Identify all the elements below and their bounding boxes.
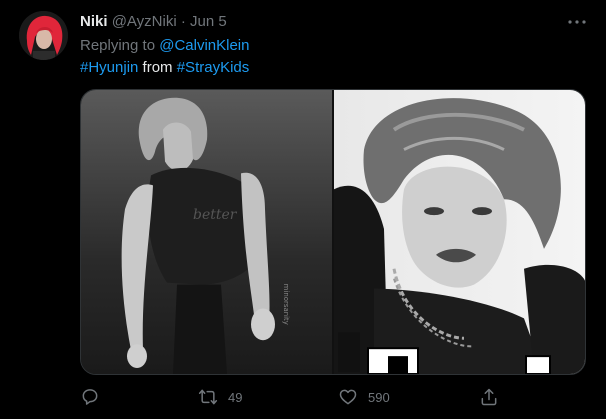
hashtag-link[interactable]: #Hyunjin — [80, 59, 138, 76]
tweet-actions: 49 590 — [80, 386, 586, 408]
tweet-text-segment: from — [142, 59, 173, 76]
reply-icon — [80, 387, 100, 407]
share-icon — [479, 387, 499, 407]
author-name[interactable]: Niki — [80, 13, 108, 30]
avatar[interactable] — [19, 11, 68, 60]
retweet-button[interactable]: 49 — [198, 386, 242, 408]
retweet-icon — [198, 387, 218, 407]
tweet-header: Niki @AyzNiki · Jun 5 — [80, 13, 227, 31]
replying-to: Replying to @CalvinKlein — [80, 37, 249, 55]
tweet[interactable]: Niki @AyzNiki · Jun 5 Replying to @Calvi… — [0, 0, 606, 419]
replying-to-link[interactable]: @CalvinKlein — [159, 37, 249, 54]
share-button[interactable] — [479, 386, 499, 408]
like-button[interactable]: 590 — [338, 386, 390, 408]
svg-text:better: better — [193, 207, 238, 223]
hashtag-link[interactable]: #StrayKids — [177, 59, 250, 76]
like-count: 590 — [368, 389, 390, 405]
more-dots-icon[interactable] — [566, 15, 588, 29]
heart-icon — [338, 387, 358, 407]
tweet-text: #Hyunjin from #StrayKids — [80, 59, 249, 77]
tweet-media[interactable]: better minorsanity — [80, 89, 586, 375]
avatar-image — [19, 11, 68, 60]
tweet-date[interactable]: Jun 5 — [190, 13, 227, 30]
media-photo-right[interactable] — [334, 90, 585, 374]
media-photo-left[interactable]: better minorsanity — [81, 90, 332, 374]
separator-dot: · — [180, 13, 186, 30]
watermark: minorsanity — [282, 284, 290, 325]
reply-button[interactable] — [80, 386, 100, 408]
author-handle[interactable]: @AyzNiki — [112, 13, 177, 30]
replying-label: Replying to — [80, 37, 156, 54]
retweet-count: 49 — [228, 389, 243, 405]
